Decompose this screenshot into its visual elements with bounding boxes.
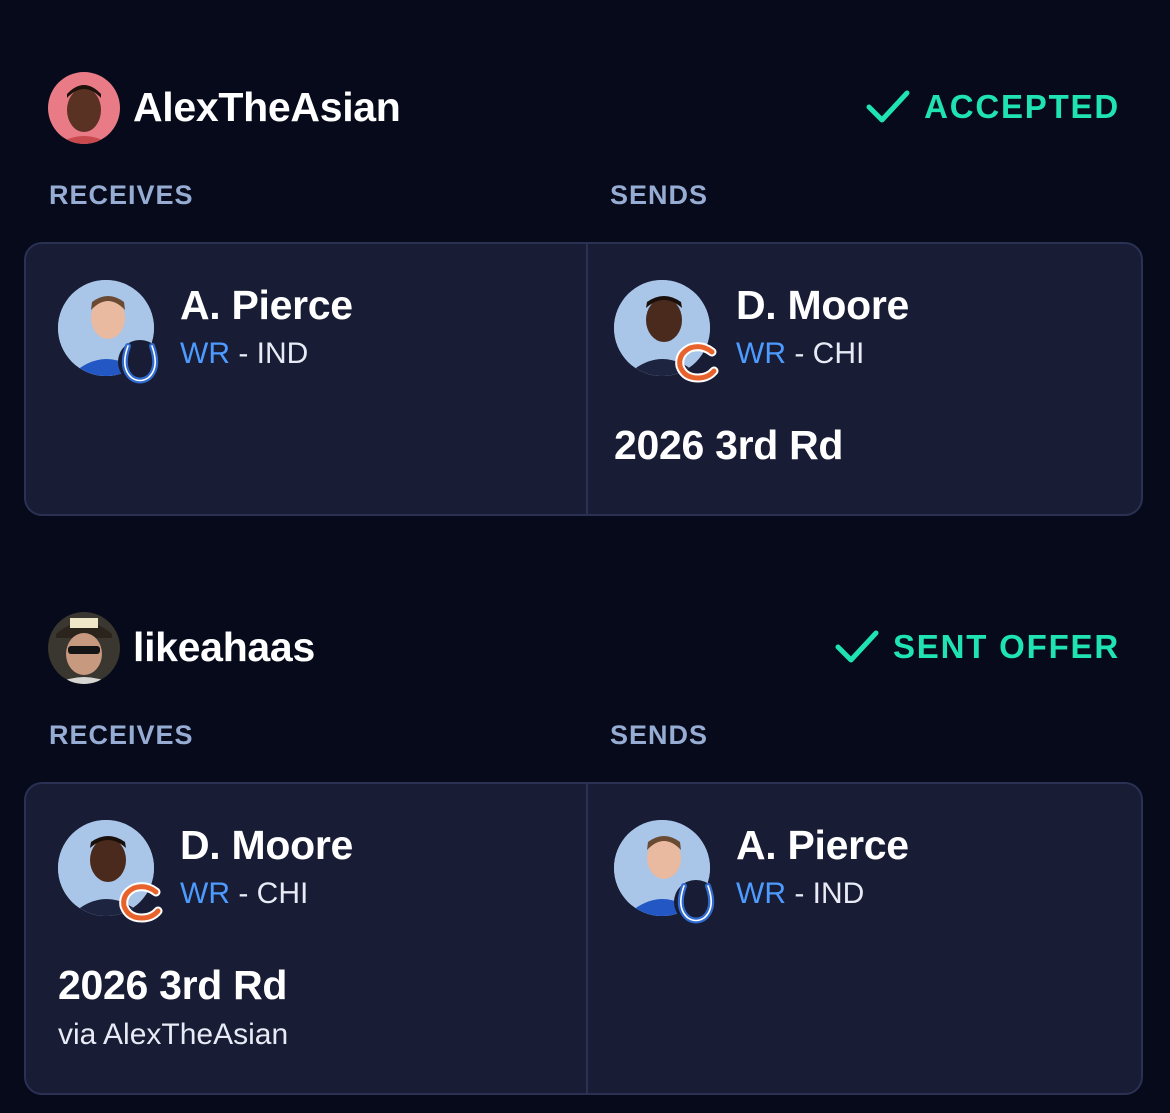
player-name: A. Pierce	[736, 822, 909, 868]
player-meta: WR - CHI	[736, 337, 864, 371]
trade-header: AlexTheAsian ACCEPTED	[48, 72, 1120, 146]
receives-label: RECEIVES	[49, 180, 194, 210]
player-item[interactable]: D. Moore WR - CHI	[614, 280, 1094, 383]
sends-column: A. Pierce WR - IND	[588, 784, 1141, 1093]
player-position: WR	[180, 337, 230, 370]
bears-c-icon	[119, 882, 163, 923]
receives-column: D. Moore WR - CHI 2026 3rd Rd via AlexTh…	[26, 784, 586, 1093]
sends-label: SENDS	[610, 720, 709, 750]
receives-column: A. Pierce WR - IND	[26, 244, 586, 514]
meta-separator: -	[229, 877, 257, 910]
status-text: SENT OFFER	[892, 628, 1120, 665]
trade-header: likeahaas SENT OFFER	[48, 612, 1120, 686]
draft-pick: 2026 3rd Rd	[58, 962, 288, 1008]
checkmark-icon	[866, 90, 910, 123]
draft-pick-via: via AlexTheAsian	[58, 1018, 289, 1051]
status-badge: SENT OFFER	[835, 628, 1120, 666]
player-team: CHI	[812, 337, 865, 370]
user-avatar[interactable]	[48, 612, 120, 684]
player-item[interactable]: A. Pierce WR - IND	[58, 280, 538, 384]
player-name: D. Moore	[736, 282, 909, 328]
player-name: D. Moore	[180, 822, 353, 868]
player-position: WR	[180, 877, 230, 910]
checkmark-icon	[835, 630, 879, 663]
player-item[interactable]: A. Pierce WR - IND	[614, 820, 1094, 924]
player-team: CHI	[256, 877, 309, 910]
bears-c-icon	[675, 342, 719, 383]
user-avatar-icon	[48, 72, 120, 144]
user-avatar-icon	[48, 612, 120, 684]
status-badge: ACCEPTED	[866, 88, 1120, 126]
player-name: A. Pierce	[180, 282, 353, 328]
meta-separator: -	[785, 337, 813, 370]
player-position: WR	[736, 877, 786, 910]
sends-column: D. Moore WR - CHI 2026 3rd Rd	[588, 244, 1141, 514]
sends-label: SENDS	[610, 180, 709, 210]
player-position: WR	[736, 337, 786, 370]
trade-details-card: A. Pierce WR - IND D. Moore WR - CHI 202…	[24, 242, 1143, 516]
player-team: IND	[812, 877, 865, 910]
player-item[interactable]: D. Moore WR - CHI	[58, 820, 538, 923]
colts-horseshoe-icon	[674, 880, 718, 924]
username[interactable]: likeahaas	[133, 624, 315, 671]
user-avatar[interactable]	[48, 72, 120, 144]
player-meta: WR - IND	[736, 877, 864, 911]
colts-horseshoe-icon	[118, 340, 162, 384]
trade-details-card: D. Moore WR - CHI 2026 3rd Rd via AlexTh…	[24, 782, 1143, 1095]
status-text: ACCEPTED	[924, 88, 1120, 125]
draft-pick: 2026 3rd Rd	[614, 422, 844, 468]
meta-separator: -	[229, 337, 257, 370]
player-team: IND	[256, 337, 309, 370]
receives-label: RECEIVES	[49, 720, 194, 750]
player-meta: WR - CHI	[180, 877, 308, 911]
player-meta: WR - IND	[180, 337, 308, 371]
username[interactable]: AlexTheAsian	[133, 84, 401, 131]
meta-separator: -	[785, 877, 813, 910]
